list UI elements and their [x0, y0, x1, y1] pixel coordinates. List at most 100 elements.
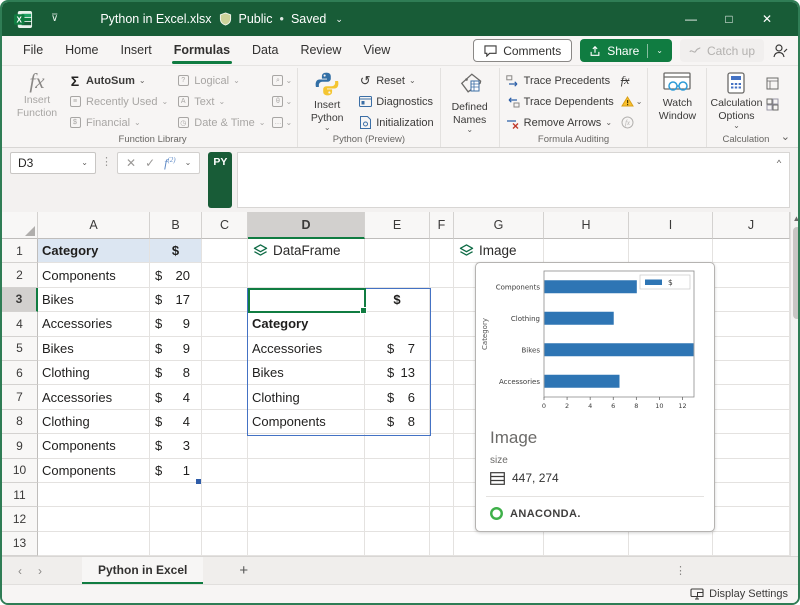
people-icon[interactable] [772, 43, 788, 58]
reset-button[interactable]: ↺Reset⌄ [355, 70, 436, 91]
cell-D10[interactable] [248, 459, 365, 483]
cell-F6[interactable] [430, 361, 454, 385]
row-header-12[interactable]: 12 [2, 507, 38, 531]
cell-D4[interactable]: Category [248, 312, 365, 336]
row-header-7[interactable]: 7 [2, 385, 38, 409]
next-sheet-icon[interactable]: › [38, 564, 42, 578]
cell-D7[interactable]: Clothing [248, 385, 365, 409]
cell-A11[interactable] [38, 483, 150, 507]
evaluate-formula-button[interactable]: fx [619, 112, 645, 133]
cell-F7[interactable] [430, 385, 454, 409]
cell-B7[interactable]: $4 [150, 385, 202, 409]
cell-J6[interactable] [713, 361, 790, 385]
tab-insert[interactable]: Insert [110, 36, 163, 65]
cell-E9[interactable] [365, 434, 430, 458]
cell-J7[interactable] [713, 385, 790, 409]
cell-C12[interactable] [202, 507, 248, 531]
recently-used-button[interactable]: ≡Recently Used⌄ [65, 91, 171, 112]
sensitivity-label[interactable]: Public [239, 12, 273, 26]
initialization-button[interactable]: Initialization [355, 112, 436, 133]
cell-D9[interactable] [248, 434, 365, 458]
diagnostics-button[interactable]: Diagnostics [355, 91, 436, 112]
cell-F10[interactable] [430, 459, 454, 483]
insert-function-button[interactable]: fx Insert Function [11, 69, 63, 119]
name-box[interactable]: D3 ⌄ [10, 152, 96, 174]
cell-A10[interactable]: Components [38, 459, 150, 483]
cell-D3[interactable] [248, 288, 365, 312]
cell-B2[interactable]: $20 [150, 263, 202, 287]
cell-J9[interactable] [713, 434, 790, 458]
calculate-now-button[interactable] [764, 73, 781, 94]
tab-scrollbar-dots-icon[interactable]: ⋮ [675, 557, 686, 584]
cell-F12[interactable] [430, 507, 454, 531]
cell-C7[interactable] [202, 385, 248, 409]
quick-access-chevron-icon[interactable]: ⊽ [51, 14, 58, 24]
financial-button[interactable]: $Financial⌄ [65, 112, 171, 133]
cell-A5[interactable]: Bikes [38, 337, 150, 361]
error-checking-button[interactable]: ⌄ [619, 91, 645, 112]
cell-F5[interactable] [430, 337, 454, 361]
close-button[interactable]: ✕ [748, 2, 786, 36]
cell-A9[interactable]: Components [38, 434, 150, 458]
collapse-ribbon-icon[interactable]: ⌄ [781, 130, 790, 143]
cell-A3[interactable]: Bikes [38, 288, 150, 312]
chevron-down-icon[interactable]: ⌄ [335, 14, 343, 25]
cell-C9[interactable] [202, 434, 248, 458]
cell-B9[interactable]: $3 [150, 434, 202, 458]
cell-G1[interactable]: Image [454, 239, 544, 263]
cell-H1[interactable] [544, 239, 629, 263]
tab-view[interactable]: View [352, 36, 401, 65]
column-header-B[interactable]: B [150, 212, 202, 239]
cell-B11[interactable] [150, 483, 202, 507]
cell-B13[interactable] [150, 532, 202, 556]
add-sheet-button[interactable]: + [239, 557, 248, 584]
display-settings-button[interactable]: Display Settings [709, 588, 788, 600]
cell-D2[interactable] [248, 263, 365, 287]
row-header-6[interactable]: 6 [2, 361, 38, 385]
column-header-D[interactable]: D [248, 212, 365, 239]
cell-C4[interactable] [202, 312, 248, 336]
cell-B5[interactable]: $9 [150, 337, 202, 361]
cell-B4[interactable]: $9 [150, 312, 202, 336]
cell-F3[interactable] [430, 288, 454, 312]
trace-dependents-button[interactable]: Trace Dependents [503, 91, 617, 112]
cell-A7[interactable]: Accessories [38, 385, 150, 409]
more-functions-dropdown[interactable]: …⌄ [270, 112, 294, 133]
excel-app-icon[interactable]: X [14, 10, 33, 29]
cell-D12[interactable] [248, 507, 365, 531]
column-header-E[interactable]: E [365, 212, 430, 239]
cell-E10[interactable] [365, 459, 430, 483]
comments-button[interactable]: Comments [473, 39, 572, 62]
cell-J2[interactable] [713, 263, 790, 287]
cell-F13[interactable] [430, 532, 454, 556]
cell-I13[interactable] [629, 532, 713, 556]
autosum-button[interactable]: ΣAutoSum⌄ [65, 70, 171, 91]
calculate-sheet-button[interactable] [764, 94, 781, 115]
maximize-button[interactable]: □ [710, 2, 748, 36]
tab-home[interactable]: Home [54, 36, 109, 65]
row-header-3[interactable]: 3 [2, 288, 38, 312]
formula-input[interactable]: ⌃ #Announcing Python in Excel!DataFrame=… [237, 152, 790, 208]
cell-D6[interactable]: Bikes [248, 361, 365, 385]
row-header-8[interactable]: 8 [2, 410, 38, 434]
cell-D5[interactable]: Accessories [248, 337, 365, 361]
cell-E6[interactable]: $13 [365, 361, 430, 385]
cell-J13[interactable] [713, 532, 790, 556]
cell-B3[interactable]: $17 [150, 288, 202, 312]
text-button[interactable]: AText⌄ [173, 91, 268, 112]
watch-window-button[interactable]: Watch Window [651, 69, 703, 122]
tab-review[interactable]: Review [289, 36, 352, 65]
cell-A1[interactable]: Category [38, 239, 150, 263]
show-formulas-button[interactable]: fx [619, 70, 645, 91]
cell-D11[interactable] [248, 483, 365, 507]
prev-sheet-icon[interactable]: ‹ [18, 564, 22, 578]
column-header-J[interactable]: J [713, 212, 790, 239]
cell-E7[interactable]: $6 [365, 385, 430, 409]
column-header-C[interactable]: C [202, 212, 248, 239]
tab-file[interactable]: File [12, 36, 54, 65]
cell-A8[interactable]: Clothing [38, 410, 150, 434]
row-header-2[interactable]: 2 [2, 263, 38, 287]
cell-J8[interactable] [713, 410, 790, 434]
cell-A6[interactable]: Clothing [38, 361, 150, 385]
cell-E13[interactable] [365, 532, 430, 556]
